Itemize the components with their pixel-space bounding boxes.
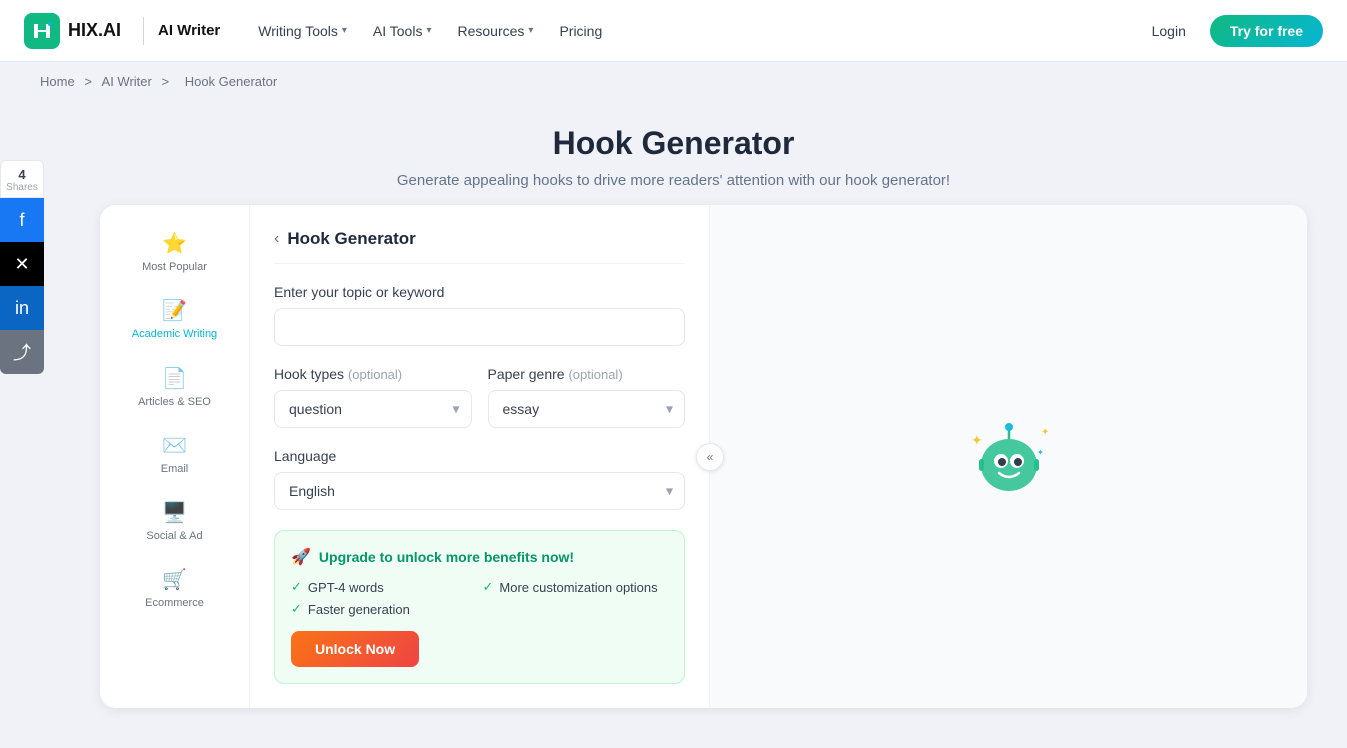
hook-types-group: Hook types (optional) question statistic…	[274, 366, 472, 428]
nav-actions: Login Try for free	[1140, 15, 1323, 47]
content-area: ⭐ Most Popular 📝 Academic Writing 📄 Arti…	[100, 205, 1307, 708]
hook-types-select-wrapper: question statistic anecdote quotation bo…	[274, 390, 472, 428]
paper-genre-label: Paper genre (optional)	[488, 366, 686, 382]
benefit-faster-label: Faster generation	[308, 602, 410, 617]
check-icon: ✓	[291, 601, 302, 617]
upgrade-header: 🚀 Upgrade to unlock more benefits now!	[291, 547, 668, 567]
language-select[interactable]: English Spanish French German Chinese	[274, 472, 685, 510]
share-number: 4	[5, 167, 39, 182]
logo[interactable]: HIX.AI	[24, 13, 121, 49]
breadcrumb-ai-writer[interactable]: AI Writer	[102, 74, 152, 89]
hook-types-label: Hook types (optional)	[274, 366, 472, 382]
language-select-wrapper: English Spanish French German Chinese	[274, 472, 685, 510]
benefit-customization-label: More customization options	[499, 580, 657, 595]
left-nav: ⭐ Most Popular 📝 Academic Writing 📄 Arti…	[100, 205, 250, 708]
academic-writing-icon: 📝	[162, 298, 187, 323]
breadcrumb-current: Hook Generator	[185, 74, 278, 89]
svg-text:✦: ✦	[971, 432, 983, 448]
x-share-button[interactable]: ✕	[0, 242, 44, 286]
sidebar-label-most-popular: Most Popular	[142, 260, 207, 274]
shares-label: Shares	[5, 182, 39, 193]
svg-text:✦: ✦	[1041, 427, 1049, 438]
email-icon: ✉️	[162, 433, 187, 458]
check-icon: ✓	[483, 579, 494, 595]
chevron-down-icon: ▾	[426, 25, 431, 36]
nav-resources[interactable]: Resources ▾	[447, 17, 543, 45]
sidebar-item-email[interactable]: ✉️ Email	[108, 423, 241, 486]
nav-pricing[interactable]: Pricing	[549, 17, 612, 45]
nav-divider	[143, 17, 144, 45]
sidebar-item-social-ad[interactable]: 🖥️ Social & Ad	[108, 490, 241, 553]
page-title: Hook Generator	[24, 125, 1323, 162]
try-for-free-button[interactable]: Try for free	[1210, 15, 1323, 47]
topic-group: Enter your topic or keyword	[274, 284, 685, 346]
sidebar-item-articles-seo[interactable]: 📄 Articles & SEO	[108, 356, 241, 419]
sidebar-item-most-popular[interactable]: ⭐ Most Popular	[108, 221, 241, 284]
nav-ai-tools[interactable]: AI Tools ▾	[363, 17, 442, 45]
sidebar-label-email: Email	[161, 462, 189, 476]
nav-writing-tools[interactable]: Writing Tools ▾	[248, 17, 357, 45]
sidebar-label-articles-seo: Articles & SEO	[138, 395, 211, 409]
most-popular-icon: ⭐	[162, 231, 187, 256]
navbar: HIX.AI AI Writer Writing Tools ▾ AI Tool…	[0, 0, 1347, 62]
topic-label: Enter your topic or keyword	[274, 284, 685, 300]
language-label: Language	[274, 448, 685, 464]
general-share-button[interactable]: ⤴	[0, 330, 44, 374]
language-group: Language English Spanish French German C…	[274, 448, 685, 510]
result-panel: «	[710, 205, 1307, 708]
share-count-box: 4 Shares	[0, 160, 44, 198]
sidebar-label-social-ad: Social & Ad	[146, 529, 202, 543]
upgrade-title: Upgrade to unlock more benefits now!	[319, 549, 574, 565]
nav-links: Writing Tools ▾ AI Tools ▾ Resources ▾ P…	[248, 17, 1139, 45]
mascot: ✦ ✦ ✦	[959, 407, 1059, 507]
benefit-gpt4-label: GPT-4 words	[308, 580, 384, 595]
logo-icon	[24, 13, 60, 49]
nav-ai-writer[interactable]: AI Writer	[158, 22, 220, 39]
panel-header: ‹ Hook Generator	[274, 229, 685, 264]
form-panel: ‹ Hook Generator Enter your topic or key…	[250, 205, 710, 708]
back-arrow-icon[interactable]: ‹	[274, 230, 279, 248]
social-ad-icon: 🖥️	[162, 500, 187, 525]
paper-genre-group: Paper genre (optional) essay research pa…	[488, 366, 686, 428]
upgrade-rocket-icon: 🚀	[291, 547, 311, 567]
benefit-faster: ✓ Faster generation	[291, 601, 477, 617]
linkedin-share-button[interactable]: in	[0, 286, 44, 330]
main-container: ⭐ Most Popular 📝 Academic Writing 📄 Arti…	[0, 205, 1347, 748]
articles-seo-icon: 📄	[162, 366, 187, 391]
login-button[interactable]: Login	[1140, 17, 1198, 45]
sidebar-item-ecommerce[interactable]: 🛒 Ecommerce	[108, 557, 241, 620]
benefit-gpt4: ✓ GPT-4 words	[291, 579, 477, 595]
sidebar-label-academic-writing: Academic Writing	[132, 327, 217, 341]
hero-section: Hook Generator Generate appealing hooks …	[0, 101, 1347, 205]
topic-input[interactable]	[274, 308, 685, 346]
mascot-svg: ✦ ✦ ✦	[959, 407, 1059, 507]
paper-genre-select[interactable]: essay research paper narrative argumenta…	[488, 390, 686, 428]
chevron-down-icon: ▾	[528, 25, 533, 36]
chevron-down-icon: ▾	[342, 25, 347, 36]
breadcrumb-home[interactable]: Home	[40, 74, 75, 89]
benefit-customization: ✓ More customization options	[483, 579, 669, 595]
hook-types-select[interactable]: question statistic anecdote quotation bo…	[274, 390, 472, 428]
paper-genre-select-wrapper: essay research paper narrative argumenta…	[488, 390, 686, 428]
collapse-button[interactable]: «	[696, 443, 724, 471]
check-icon: ✓	[291, 579, 302, 595]
sidebar-item-academic-writing[interactable]: 📝 Academic Writing	[108, 288, 241, 351]
unlock-now-button[interactable]: Unlock Now	[291, 631, 419, 667]
ecommerce-icon: 🛒	[162, 567, 187, 592]
sidebar-label-ecommerce: Ecommerce	[145, 596, 204, 610]
upgrade-benefits: ✓ GPT-4 words ✓ More customization optio…	[291, 579, 668, 617]
page-subtitle: Generate appealing hooks to drive more r…	[24, 172, 1323, 189]
breadcrumb: Home > AI Writer > Hook Generator	[0, 62, 1347, 101]
hook-genre-row: Hook types (optional) question statistic…	[274, 366, 685, 428]
svg-text:✦: ✦	[1037, 448, 1044, 457]
panel-title: Hook Generator	[287, 229, 415, 249]
facebook-share-button[interactable]: f	[0, 198, 44, 242]
social-share-sidebar: 4 Shares f ✕ in ⤴	[0, 160, 44, 374]
upgrade-box: 🚀 Upgrade to unlock more benefits now! ✓…	[274, 530, 685, 684]
